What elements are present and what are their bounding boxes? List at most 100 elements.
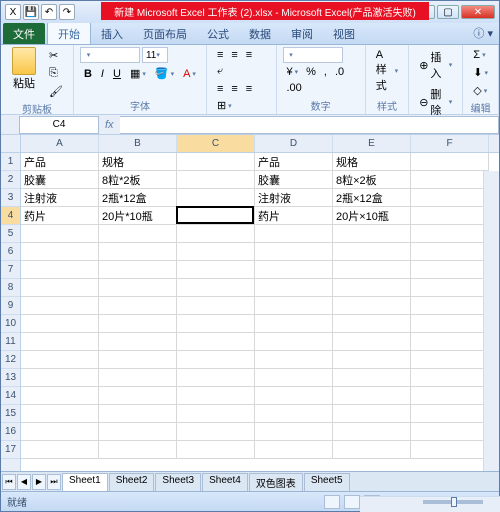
cell-D1[interactable]: 产品	[255, 153, 333, 171]
cell-F14[interactable]	[411, 387, 489, 405]
cell-F10[interactable]	[411, 315, 489, 333]
cell-F11[interactable]	[411, 333, 489, 351]
col-header-C[interactable]: C	[177, 135, 255, 152]
cell-B12[interactable]	[99, 351, 177, 369]
cell-E4[interactable]: 20片×10瓶	[333, 207, 411, 225]
tab-view[interactable]: 视图	[323, 23, 365, 44]
cell-D6[interactable]	[255, 243, 333, 261]
styles-button[interactable]: A样式▾	[372, 47, 402, 95]
cell-C4[interactable]	[177, 207, 255, 225]
font-family-select[interactable]: ▾	[80, 47, 140, 63]
underline-button[interactable]: U	[109, 65, 125, 82]
cell-B2[interactable]: 8粒*2板	[99, 171, 177, 189]
row-header-11[interactable]: 11	[1, 333, 20, 351]
cell-C2[interactable]	[177, 171, 255, 189]
sheet-tab-Sheet1[interactable]: Sheet1	[62, 473, 108, 491]
cell-D11[interactable]	[255, 333, 333, 351]
row-header-6[interactable]: 6	[1, 243, 20, 261]
cell-B8[interactable]	[99, 279, 177, 297]
cell-C15[interactable]	[177, 405, 255, 423]
cell-B9[interactable]	[99, 297, 177, 315]
tab-nav-next[interactable]: ▶	[32, 474, 46, 490]
cell-D10[interactable]	[255, 315, 333, 333]
autosum-button[interactable]: Σ▾	[469, 47, 492, 63]
row-header-13[interactable]: 13	[1, 369, 20, 387]
cell-F15[interactable]	[411, 405, 489, 423]
vertical-scrollbar[interactable]	[483, 171, 499, 471]
cell-C1[interactable]	[177, 153, 255, 171]
cell-D3[interactable]: 注射液	[255, 189, 333, 207]
name-box[interactable]: C4	[19, 116, 99, 134]
cell-B14[interactable]	[99, 387, 177, 405]
cut-icon[interactable]: ✂	[45, 47, 67, 64]
tab-nav-last[interactable]: ⏭	[47, 474, 61, 490]
cell-B3[interactable]: 2瓶*12盒	[99, 189, 177, 207]
cell-A7[interactable]	[21, 261, 99, 279]
cell-B11[interactable]	[99, 333, 177, 351]
cell-E1[interactable]: 规格	[333, 153, 411, 171]
cell-E16[interactable]	[333, 423, 411, 441]
cell-D8[interactable]	[255, 279, 333, 297]
cell-A10[interactable]	[21, 315, 99, 333]
align-middle-icon[interactable]: ≡	[227, 47, 241, 63]
cell-A1[interactable]: 产品	[21, 153, 99, 171]
undo-icon[interactable]: ↶	[41, 4, 57, 20]
cell-E2[interactable]: 8粒×2板	[333, 171, 411, 189]
align-top-icon[interactable]: ≡	[213, 47, 227, 63]
cell-B1[interactable]: 规格	[99, 153, 177, 171]
cell-A8[interactable]	[21, 279, 99, 297]
col-header-B[interactable]: B	[99, 135, 177, 152]
cell-A5[interactable]	[21, 225, 99, 243]
fx-icon[interactable]: fx	[99, 119, 120, 131]
fill-button[interactable]: ⬇▾	[469, 64, 492, 81]
cell-C11[interactable]	[177, 333, 255, 351]
formula-bar[interactable]	[120, 116, 499, 134]
row-header-5[interactable]: 5	[1, 225, 20, 243]
bold-button[interactable]: B	[80, 65, 96, 82]
cell-A9[interactable]	[21, 297, 99, 315]
cell-C17[interactable]	[177, 441, 255, 459]
tab-data[interactable]: 数据	[239, 23, 281, 44]
cell-B6[interactable]	[99, 243, 177, 261]
row-header-4[interactable]: 4	[1, 207, 20, 225]
cell-A16[interactable]	[21, 423, 99, 441]
cell-E7[interactable]	[333, 261, 411, 279]
row-header-14[interactable]: 14	[1, 387, 20, 405]
cell-D14[interactable]	[255, 387, 333, 405]
row-header-2[interactable]: 2	[1, 171, 20, 189]
font-size-select[interactable]: 11▾	[142, 47, 168, 63]
format-painter-icon[interactable]: 🖌	[45, 83, 67, 100]
cell-D17[interactable]	[255, 441, 333, 459]
cell-D4[interactable]: 药片	[255, 207, 333, 225]
sheet-tab-Sheet5[interactable]: Sheet5	[304, 473, 350, 491]
cell-C7[interactable]	[177, 261, 255, 279]
cell-E17[interactable]	[333, 441, 411, 459]
align-left-icon[interactable]: ≡	[213, 81, 227, 97]
cell-E12[interactable]	[333, 351, 411, 369]
cell-F3[interactable]	[411, 189, 489, 207]
row-header-15[interactable]: 15	[1, 405, 20, 423]
maximize-button[interactable]: ▢	[437, 5, 459, 19]
sheet-tab-Sheet2[interactable]: Sheet2	[109, 473, 155, 491]
cell-C12[interactable]	[177, 351, 255, 369]
percent-button[interactable]: %	[302, 64, 320, 80]
cell-A17[interactable]	[21, 441, 99, 459]
row-header-7[interactable]: 7	[1, 261, 20, 279]
number-format-select[interactable]: ▾	[283, 47, 343, 63]
cell-A2[interactable]: 胶囊	[21, 171, 99, 189]
copy-icon[interactable]: ⎘	[45, 65, 67, 82]
col-header-F[interactable]: F	[411, 135, 489, 152]
row-header-12[interactable]: 12	[1, 351, 20, 369]
cell-C9[interactable]	[177, 297, 255, 315]
normal-view-button[interactable]	[324, 495, 340, 509]
dec-decimal-button[interactable]: .00	[283, 80, 306, 96]
sheet-tab-Sheet3[interactable]: Sheet3	[155, 473, 201, 491]
row-header-1[interactable]: 1	[1, 153, 20, 171]
cell-F1[interactable]	[411, 153, 489, 171]
align-center-icon[interactable]: ≡	[227, 81, 241, 97]
select-all-corner[interactable]	[1, 135, 20, 153]
cell-A11[interactable]	[21, 333, 99, 351]
cell-A3[interactable]: 注射液	[21, 189, 99, 207]
cell-E15[interactable]	[333, 405, 411, 423]
border-button[interactable]: ▦▾	[126, 65, 150, 82]
